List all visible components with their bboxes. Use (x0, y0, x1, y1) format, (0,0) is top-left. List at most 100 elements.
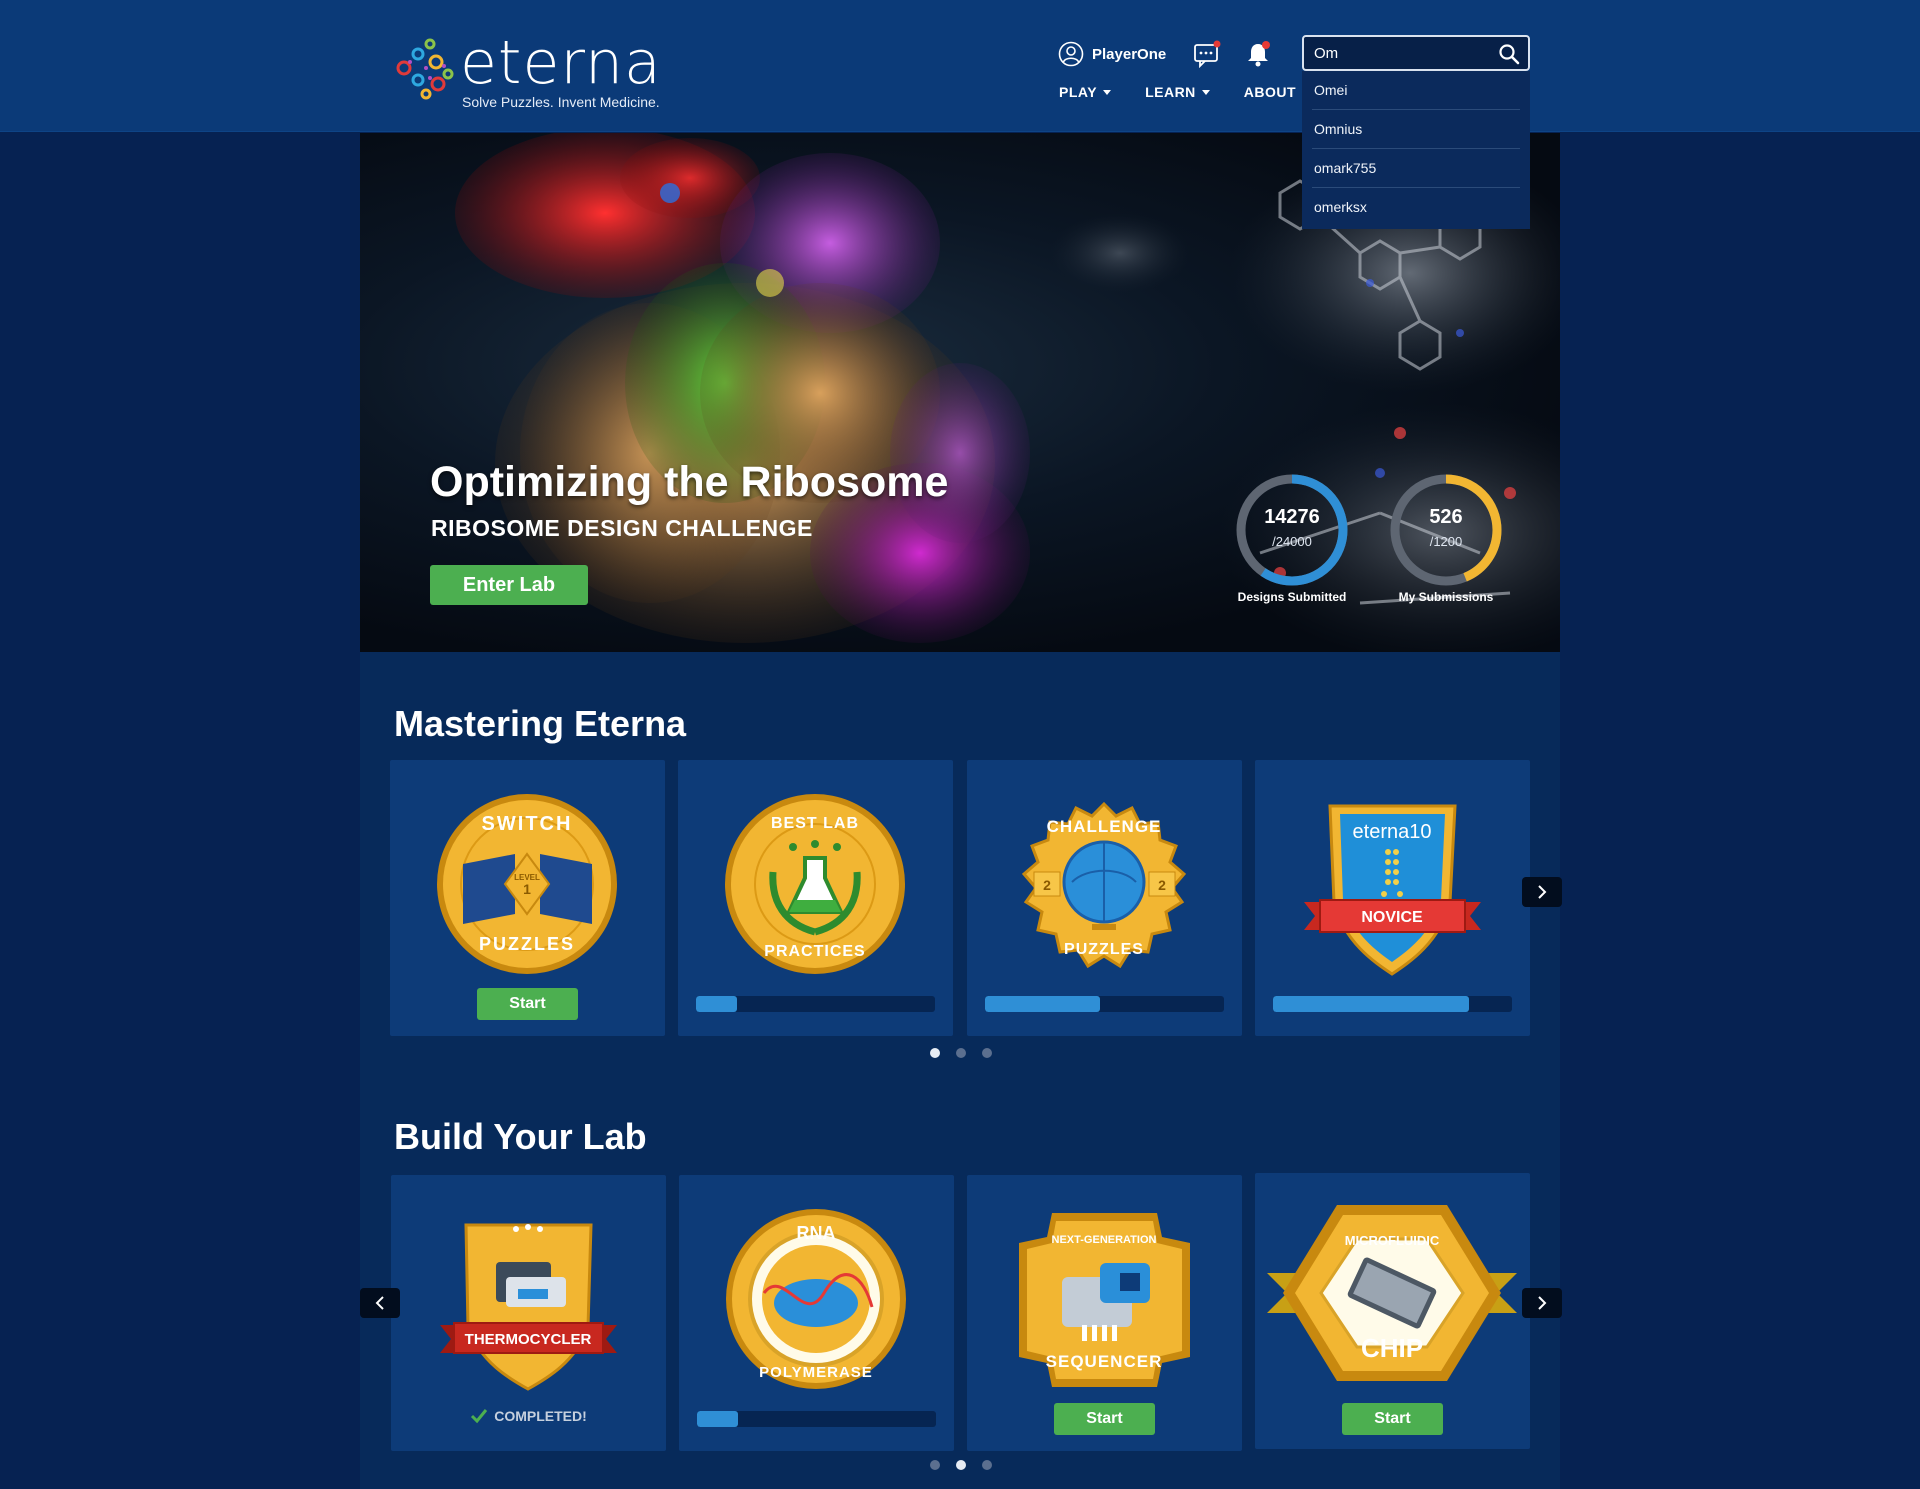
carousel-dot[interactable] (956, 1460, 966, 1470)
eterna-molecule-icon (396, 38, 454, 100)
build-carousel-dots (930, 1460, 992, 1470)
switch-puzzles-badge-icon: LEVEL 1 SWITCH PUZZLES (437, 794, 617, 974)
search-input[interactable] (1314, 43, 1494, 63)
mastering-card-eterna10-novice[interactable]: eterna10 NOVICE (1255, 760, 1530, 1036)
search-icon[interactable] (1498, 43, 1520, 65)
stat-value: 14276 (1264, 506, 1320, 528)
svg-text:PRACTICES: PRACTICES (764, 943, 865, 960)
search-box (1302, 35, 1530, 71)
search-suggestions: Omei Omnius omark755 omerksx (1302, 71, 1530, 229)
stat-total: /1200 (1429, 534, 1463, 549)
progress-bar (697, 1411, 936, 1427)
mastering-next-button[interactable] (1522, 877, 1562, 907)
svg-text:NEXT-GENERATION: NEXT-GENERATION (1052, 1234, 1157, 1246)
nav-about[interactable]: ABOUT (1244, 84, 1311, 100)
svg-text:2: 2 (1043, 877, 1051, 893)
thermocycler-badge-icon: THERMOCYCLER (440, 1223, 617, 1391)
build-card-thermocycler[interactable]: THERMOCYCLER COMPLETED! (391, 1175, 666, 1451)
svg-text:SWITCH: SWITCH (482, 813, 573, 835)
mastering-carousel-dots (930, 1048, 992, 1058)
main-nav: PLAY LEARN ABOUT (1059, 84, 1311, 100)
chat-icon[interactable] (1193, 40, 1221, 68)
search-suggestion[interactable]: Omnius (1312, 110, 1520, 149)
progress-bar (1273, 996, 1512, 1012)
svg-text:POLYMERASE: POLYMERASE (759, 1364, 873, 1381)
mastering-eterna-heading: Mastering Eterna (394, 703, 687, 744)
svg-text:PUZZLES: PUZZLES (1064, 941, 1144, 958)
hero-subtitle: RIBOSOME DESIGN CHALLENGE (431, 515, 813, 541)
designs-submitted-stat: 14276 /24000 Designs Submitted (1227, 472, 1357, 604)
eterna10-novice-badge-icon: eterna10 NOVICE (1304, 804, 1481, 976)
stat-label: Designs Submitted (1237, 590, 1347, 604)
chevron-right-icon (1538, 885, 1547, 899)
build-card-microfluidic-chip[interactable]: MICROFLUIDIC CHIP Start (1255, 1173, 1530, 1449)
search-suggestion[interactable]: omerksx (1312, 188, 1520, 227)
site-header: eterna Solve Puzzles. Invent Medicine. P… (0, 0, 1920, 132)
my-submissions-stat: 526 /1200 My Submissions (1381, 472, 1511, 604)
progress-bar-fill (696, 996, 737, 1012)
stat-label: My Submissions (1398, 590, 1494, 604)
build-next-button[interactable] (1522, 1288, 1562, 1318)
my-submissions-ring: 526 /1200 (1388, 472, 1504, 588)
logo-tagline: Solve Puzzles. Invent Medicine. (462, 94, 660, 110)
enter-lab-button[interactable]: Enter Lab (430, 565, 588, 605)
logo-wordmark: eterna (460, 28, 662, 98)
mastering-card-best-lab-practices[interactable]: BEST LAB PRACTICES (678, 760, 953, 1036)
search-suggestion[interactable]: Omei (1312, 71, 1520, 110)
designs-submitted-ring: 14276 /24000 (1234, 472, 1350, 588)
stat-value: 526 (1429, 506, 1463, 528)
svg-text:eterna10: eterna10 (1353, 821, 1432, 843)
username-label: PlayerOne (1092, 45, 1167, 63)
stat-total: /24000 (1272, 534, 1312, 549)
chevron-right-icon (1538, 1296, 1547, 1310)
progress-bar (696, 996, 935, 1012)
chevron-left-icon (375, 1296, 384, 1310)
progress-bar-fill (1273, 996, 1469, 1012)
svg-text:MICROFLUIDIC: MICROFLUIDIC (1345, 1233, 1440, 1248)
rna-polymerase-badge-icon: RNA POLYMERASE (726, 1209, 906, 1389)
svg-text:2: 2 (1158, 877, 1166, 893)
mastering-card-switch-puzzles[interactable]: LEVEL 1 SWITCH PUZZLES Start (390, 760, 665, 1036)
svg-text:NOVICE: NOVICE (1361, 909, 1423, 926)
carousel-dot[interactable] (982, 1460, 992, 1470)
search-suggestion[interactable]: omark755 (1312, 149, 1520, 188)
mastering-card-challenge-puzzles[interactable]: 2 2 CHALLENGE PUZZLES (967, 760, 1242, 1036)
carousel-dot[interactable] (956, 1048, 966, 1058)
carousel-dot[interactable] (930, 1048, 940, 1058)
carousel-dot[interactable] (930, 1460, 940, 1470)
svg-text:THERMOCYCLER: THERMOCYCLER (465, 1331, 592, 1348)
user-profile-link[interactable]: PlayerOne (1058, 40, 1166, 68)
hero-title: Optimizing the Ribosome (430, 458, 949, 506)
checkmark-icon (471, 1409, 488, 1424)
eterna-logo[interactable]: eterna Solve Puzzles. Invent Medicine. (390, 28, 690, 116)
build-your-lab-heading: Build Your Lab (394, 1116, 647, 1157)
nav-play[interactable]: PLAY (1059, 84, 1112, 100)
chevron-down-icon (1103, 89, 1112, 95)
user-icon (1058, 41, 1084, 67)
main-content: Optimizing the Ribosome RIBOSOME DESIGN … (360, 133, 1562, 1489)
nav-learn[interactable]: LEARN (1145, 84, 1210, 100)
svg-text:SEQUENCER: SEQUENCER (1046, 1352, 1163, 1371)
carousel-dot[interactable] (982, 1048, 992, 1058)
svg-text:CHIP: CHIP (1361, 1333, 1423, 1363)
start-button[interactable]: Start (1054, 1403, 1155, 1435)
start-button[interactable]: Start (477, 988, 578, 1020)
build-prev-button[interactable] (360, 1288, 400, 1318)
best-lab-practices-badge-icon: BEST LAB PRACTICES (725, 794, 905, 974)
progress-bar (985, 996, 1224, 1012)
svg-text:CHALLENGE: CHALLENGE (1047, 817, 1162, 836)
challenge-puzzles-badge-icon: 2 2 CHALLENGE PUZZLES (1021, 801, 1187, 969)
sequencer-badge-icon: NEXT-GENERATION SEQUENCER (1019, 1213, 1190, 1387)
notification-bell-icon[interactable] (1244, 40, 1272, 68)
build-card-rna-polymerase[interactable]: RNA POLYMERASE (679, 1175, 954, 1451)
build-card-sequencer[interactable]: NEXT-GENERATION SEQUENCER Start (967, 1175, 1242, 1451)
chevron-down-icon (1201, 89, 1210, 95)
svg-text:RNA: RNA (797, 1223, 836, 1243)
progress-bar-fill (985, 996, 1100, 1012)
start-button[interactable]: Start (1342, 1403, 1443, 1435)
progress-bar-fill (697, 1411, 738, 1427)
svg-text:1: 1 (523, 881, 531, 897)
completed-status: COMPLETED! (391, 1408, 666, 1424)
svg-text:BEST LAB: BEST LAB (771, 815, 859, 832)
microfluidic-chip-badge-icon: MICROFLUIDIC CHIP (1267, 1205, 1517, 1381)
